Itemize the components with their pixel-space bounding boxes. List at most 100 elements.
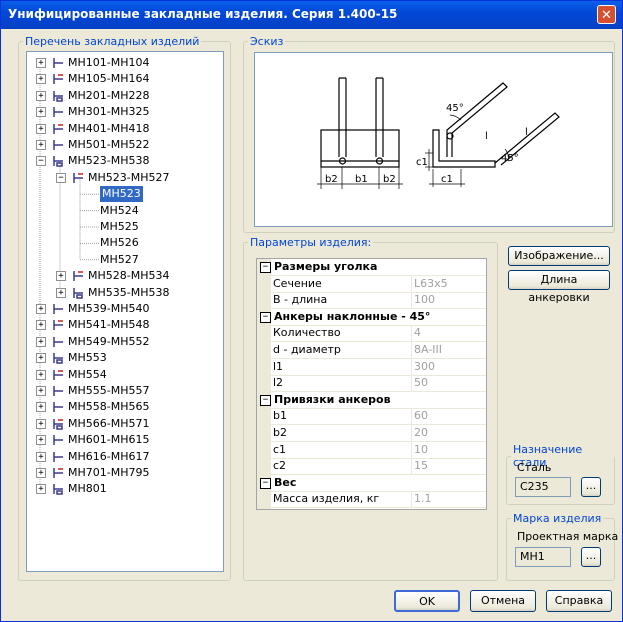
tree-item-label: МН301-МН325 <box>68 105 150 119</box>
tree-expand-icon[interactable]: + <box>36 468 46 478</box>
mark-browse-button[interactable]: ... <box>581 547 601 567</box>
tree-item[interactable]: + МН566-МН571 <box>27 416 223 432</box>
tree-item[interactable]: МН524 <box>27 203 223 219</box>
property-row[interactable]: b2 20 <box>257 425 486 442</box>
tree-item[interactable]: + МН701-МН795 <box>27 465 223 481</box>
property-row[interactable]: Масса изделия, кг 1.1 <box>257 491 486 509</box>
property-row[interactable]: Сечение L63x5 <box>257 275 486 293</box>
tree-item[interactable]: + МН554 <box>27 367 223 383</box>
angle-label-upper: 45° <box>446 103 464 114</box>
tree-item[interactable]: − МН523-МН527 <box>27 170 223 186</box>
steel-field[interactable]: С235 <box>515 477 571 497</box>
property-value[interactable]: 15 <box>414 458 428 474</box>
property-row[interactable]: d - диаметр 8A-III <box>257 342 486 359</box>
category-collapse-icon[interactable]: − <box>260 477 271 489</box>
tree-collapse-icon[interactable]: − <box>56 172 66 183</box>
tree-expand-icon[interactable]: + <box>36 304 46 314</box>
tree-expand-icon[interactable]: + <box>36 320 46 331</box>
property-row[interactable]: b1 60 <box>257 408 486 426</box>
property-value[interactable]: 300 <box>414 359 435 375</box>
property-row[interactable]: В - длина 100 <box>257 292 486 310</box>
tree-item[interactable]: МН527 <box>27 252 223 268</box>
tree-item[interactable]: + МН501-МН522 <box>27 137 223 153</box>
image-button[interactable]: Изображение... <box>508 246 610 266</box>
tree-item[interactable]: МН526 <box>27 235 223 251</box>
tree-expand-icon[interactable]: + <box>36 386 46 396</box>
property-row[interactable]: l2 50 <box>257 375 486 393</box>
property-category[interactable]: − Вес <box>257 475 486 492</box>
tree-expand-icon[interactable]: + <box>36 123 46 134</box>
item-icon <box>51 105 65 119</box>
property-row[interactable]: Количество 4 <box>257 325 486 343</box>
tree-item[interactable]: МН525 <box>27 219 223 235</box>
category-collapse-icon[interactable]: − <box>260 394 271 406</box>
property-category[interactable]: − Анкеры наклонные - 45° <box>257 309 486 326</box>
steel-browse-button[interactable]: ... <box>581 477 601 497</box>
property-value[interactable]: L63x5 <box>414 276 448 292</box>
tree-expand-icon[interactable]: + <box>36 402 46 413</box>
tree-expand-icon[interactable]: + <box>36 418 46 429</box>
tree-item[interactable]: + МН528-МН534 <box>27 268 223 284</box>
category-label: Анкеры наклонные - 45° <box>274 309 431 323</box>
tree-expand-icon[interactable]: + <box>36 58 46 68</box>
property-value[interactable]: 100 <box>414 292 435 308</box>
tree-collapse-icon[interactable]: − <box>36 156 46 167</box>
tree-item[interactable]: + МН535-МН538 <box>27 285 223 301</box>
tree-item[interactable]: + МН541-МН548 <box>27 317 223 333</box>
tree-expand-icon[interactable]: + <box>36 107 46 118</box>
item-icon <box>51 433 65 447</box>
property-value[interactable]: 20 <box>414 425 428 441</box>
property-value[interactable]: 50 <box>414 375 428 391</box>
tree-item[interactable]: + МН601-МН615 <box>27 432 223 448</box>
tree-item[interactable]: МН523 <box>27 186 223 203</box>
tree-item[interactable]: + МН801 <box>27 481 223 497</box>
property-value[interactable]: 4 <box>414 325 421 341</box>
tree-item[interactable]: + МН558-МН565 <box>27 399 223 415</box>
tree-item[interactable]: + МН201-МН228 <box>27 88 223 104</box>
tree-expand-icon[interactable]: + <box>36 336 46 347</box>
tree-item[interactable]: + МН616-МН617 <box>27 449 223 465</box>
property-value[interactable]: 1.1 <box>414 491 432 507</box>
tree-item[interactable]: + МН539-МН540 <box>27 301 223 317</box>
property-grid[interactable]: − Размеры уголка Сечение L63x5 В - длина 100−… <box>256 258 487 510</box>
tree-expand-icon[interactable]: + <box>56 271 66 282</box>
property-row[interactable]: c1 10 <box>257 441 486 459</box>
item-tree[interactable]: + МН101-МН104 + МН105-МН164 + МН201-МН228 + МН3… <box>26 51 224 572</box>
ok-button[interactable]: OK <box>394 590 460 612</box>
property-category[interactable]: − Привязки анкеров <box>257 392 486 409</box>
tree-expand-icon[interactable]: + <box>36 74 46 85</box>
property-value[interactable]: 60 <box>414 408 428 424</box>
tree-expand-icon[interactable]: + <box>36 90 46 101</box>
close-button[interactable]: ✕ <box>597 5 616 24</box>
tree-expand-icon[interactable]: + <box>36 484 46 495</box>
help-button[interactable]: Справка <box>546 590 612 612</box>
item-icon <box>51 384 65 398</box>
tree-expand-icon[interactable]: + <box>56 287 66 298</box>
tree-item[interactable]: + МН401-МН418 <box>27 121 223 137</box>
tree-expand-icon[interactable]: + <box>36 369 46 380</box>
tree-item[interactable]: + МН549-МН552 <box>27 334 223 350</box>
design-mark-field[interactable]: МН1 <box>515 547 571 567</box>
category-collapse-icon[interactable]: − <box>260 311 271 323</box>
tree-expand-icon[interactable]: + <box>36 451 46 462</box>
tree-item-label: МН525 <box>100 220 139 233</box>
property-value[interactable]: 10 <box>414 442 428 458</box>
cancel-button[interactable]: Отмена <box>470 590 536 612</box>
tree-item[interactable]: − МН523-МН538 <box>27 153 223 169</box>
tree-item[interactable]: + МН301-МН325 <box>27 104 223 120</box>
title-bar[interactable]: Унифицированные закладные изделия. Серия… <box>1 1 622 29</box>
tree-item[interactable]: + МН105-МН164 <box>27 71 223 87</box>
property-row[interactable]: c2 15 <box>257 458 486 476</box>
property-row[interactable]: l1 300 <box>257 358 486 376</box>
tree-item[interactable]: + МН553 <box>27 350 223 366</box>
category-collapse-icon[interactable]: − <box>260 262 271 273</box>
property-category[interactable]: − Размеры уголка <box>257 259 486 276</box>
tree-expand-icon[interactable]: + <box>36 140 46 150</box>
tree-item[interactable]: + МН101-МН104 <box>27 55 223 71</box>
tree-item[interactable]: + МН555-МН557 <box>27 383 223 399</box>
dim-b1: b1 <box>355 174 368 185</box>
anchor-length-button[interactable]: Длина анкеровки <box>508 270 610 304</box>
property-value[interactable]: 8A-III <box>414 342 442 358</box>
tree-expand-icon[interactable]: + <box>36 435 46 446</box>
tree-expand-icon[interactable]: + <box>36 353 46 364</box>
